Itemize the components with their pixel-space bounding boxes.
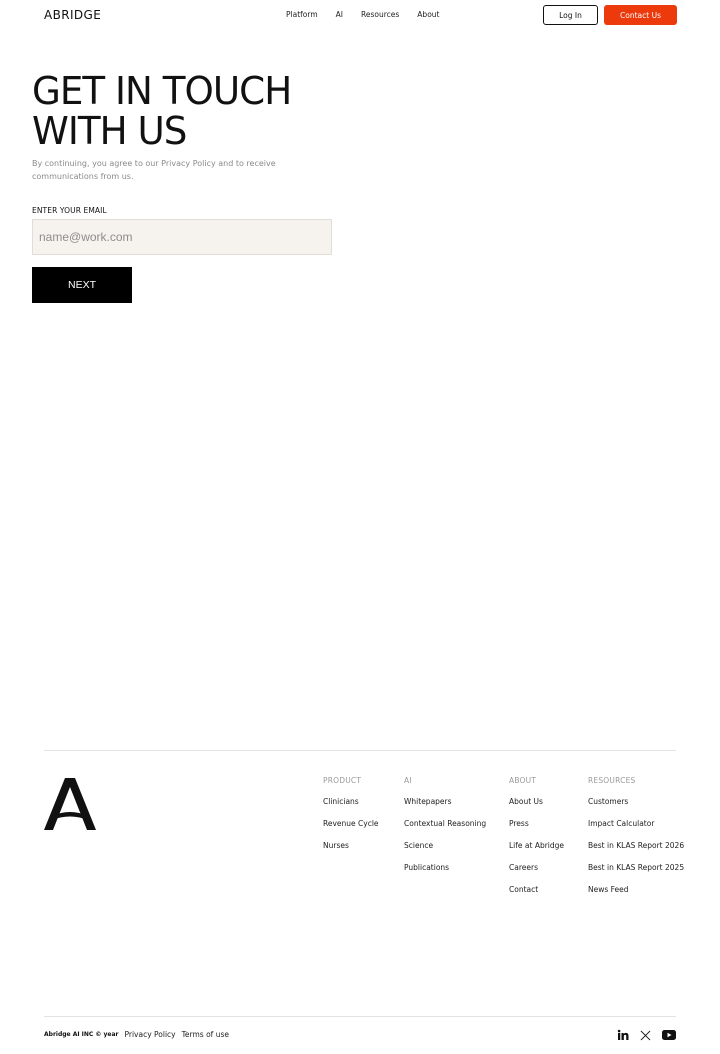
privacy-policy-link[interactable]: Privacy Policy — [125, 1030, 176, 1040]
page-title: GET IN TOUCH WITH US — [32, 69, 292, 153]
footer-heading-product: PRODUCT — [323, 776, 362, 785]
terms-of-use-link[interactable]: Terms of use — [182, 1030, 229, 1040]
consent-text: By continuing, you agree to our Privacy … — [32, 159, 276, 181]
nav-item-about[interactable]: About — [417, 10, 439, 20]
login-button[interactable]: Log In — [543, 5, 598, 25]
nav-item-platform[interactable]: Platform — [286, 10, 318, 20]
footer-link-contact[interactable]: Contact — [509, 884, 564, 896]
footer-link-customers[interactable]: Customers — [588, 796, 684, 808]
footer-link-careers[interactable]: Careers — [509, 862, 564, 874]
footer-link-life-at-abridge[interactable]: Life at Abridge — [509, 840, 564, 852]
nav-item-ai[interactable]: AI — [336, 10, 343, 20]
nav-item-resources[interactable]: Resources — [361, 10, 399, 20]
abridge-logo-icon[interactable] — [44, 778, 96, 830]
footer-link-contextual-reasoning[interactable]: Contextual Reasoning — [404, 818, 486, 830]
youtube-icon[interactable] — [661, 1028, 677, 1042]
email-input[interactable] — [32, 219, 332, 255]
footer-link-science[interactable]: Science — [404, 840, 486, 852]
footer-link-press[interactable]: Press — [509, 818, 564, 830]
copyright-text: Abridge AI INC © year — [44, 1031, 119, 1038]
footer-column-resources: RESOURCES Customers Impact Calculator Be… — [588, 776, 684, 906]
footer-column-product: PRODUCT Clinicians Revenue Cycle Nurses — [323, 776, 379, 862]
footer-link-revenue-cycle[interactable]: Revenue Cycle — [323, 818, 379, 830]
footer-column-about: ABOUT About Us Press Life at Abridge Car… — [509, 776, 564, 906]
contact-us-button[interactable]: Contact Us — [604, 5, 677, 25]
next-button[interactable]: NEXT — [32, 267, 132, 303]
footer-link-clinicians[interactable]: Clinicians — [323, 796, 379, 808]
footer-link-about-us[interactable]: About Us — [509, 796, 564, 808]
legal-bar: Abridge AI INC © year Privacy Policy Ter… — [44, 1030, 229, 1040]
footer-column-ai: AI Whitepapers Contextual Reasoning Scie… — [404, 776, 486, 884]
email-label: ENTER YOUR EMAIL — [32, 206, 107, 215]
linkedin-icon[interactable] — [616, 1028, 630, 1042]
footer-link-news-feed[interactable]: News Feed — [588, 884, 684, 896]
footer-link-nurses[interactable]: Nurses — [323, 840, 379, 852]
x-icon[interactable] — [638, 1028, 652, 1042]
footer-link-whitepapers[interactable]: Whitepapers — [404, 796, 486, 808]
footer-heading-resources: RESOURCES — [588, 776, 636, 785]
main-nav: Platform AI Resources About — [286, 10, 439, 20]
footer-heading-about: ABOUT — [509, 776, 537, 785]
brand-logo[interactable]: ABRIDGE — [44, 8, 101, 22]
footer-link-klas-2026[interactable]: Best in KLAS Report 2026 — [588, 840, 684, 852]
footer-link-klas-2025[interactable]: Best in KLAS Report 2025 — [588, 862, 684, 874]
footer-divider — [44, 750, 676, 751]
page-title-line-1: GET IN TOUCH — [32, 69, 292, 113]
footer-bottom-divider — [44, 1016, 676, 1017]
footer-link-impact-calculator[interactable]: Impact Calculator — [588, 818, 684, 830]
footer-link-publications[interactable]: Publications — [404, 862, 486, 874]
footer-heading-ai: AI — [404, 776, 412, 785]
page-title-line-2: WITH US — [32, 109, 187, 153]
